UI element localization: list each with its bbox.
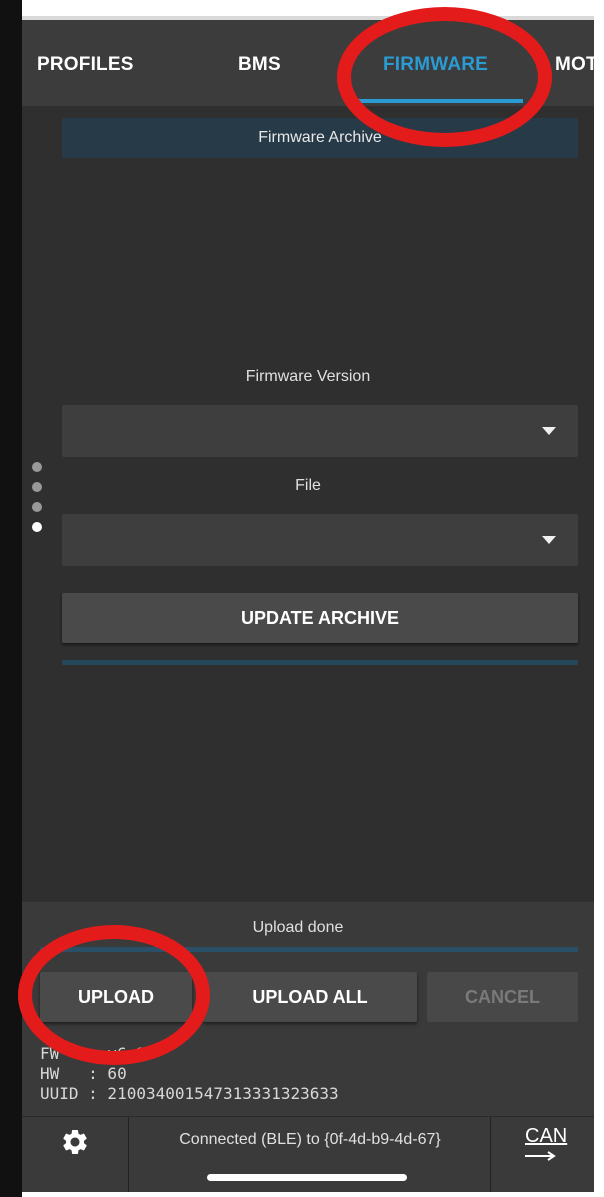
arrow-right-icon: [525, 1151, 556, 1161]
home-indicator: [207, 1174, 407, 1181]
settings-button[interactable]: [22, 1117, 128, 1192]
tab-profiles[interactable]: PROFILES: [37, 54, 134, 76]
status-bar: Connected (BLE) to {0f-4d-b9-4d-67} CAN: [22, 1116, 594, 1192]
gear-icon: [63, 1130, 87, 1154]
archive-progress-bar: [62, 660, 578, 665]
cancel-button[interactable]: CANCEL: [427, 972, 578, 1022]
firmware-panel: Firmware Archive Firmware Version File U…: [22, 106, 594, 902]
upload-all-button[interactable]: UPLOAD ALL: [203, 972, 417, 1022]
page-indicator: [32, 462, 42, 542]
annotation-circle-upload: [18, 925, 210, 1065]
file-label: File: [295, 477, 321, 494]
firmware-version-label: Firmware Version: [245, 368, 371, 385]
page-dot-active[interactable]: [32, 522, 42, 532]
chevron-down-icon: [542, 536, 556, 544]
firmware-version-dropdown[interactable]: [62, 405, 578, 457]
chevron-down-icon: [542, 427, 556, 435]
annotation-circle-firmware: [337, 7, 552, 147]
hw-info: HW : 60: [40, 1064, 127, 1083]
status-separator: [128, 1117, 129, 1192]
left-edge-bar: [0, 0, 22, 1197]
tab-motor[interactable]: MOT: [555, 54, 594, 76]
can-button[interactable]: CAN: [491, 1117, 594, 1192]
page-dot[interactable]: [32, 482, 42, 492]
uuid-info: UUID : 210034001547313331323633: [40, 1084, 339, 1103]
file-dropdown[interactable]: [62, 514, 578, 566]
can-label: CAN: [525, 1125, 568, 1147]
connection-status: Connected (BLE) to {0f-4d-b9-4d-67}: [179, 1131, 441, 1148]
tab-bms[interactable]: BMS: [238, 54, 281, 76]
page-dot[interactable]: [32, 462, 42, 472]
page-dot[interactable]: [32, 502, 42, 512]
update-archive-button[interactable]: UPDATE ARCHIVE: [62, 593, 578, 643]
